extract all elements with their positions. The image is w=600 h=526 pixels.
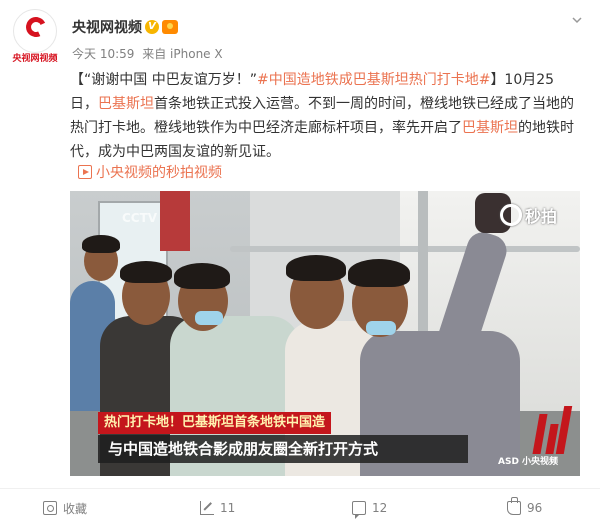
chevron-down-icon[interactable] bbox=[571, 14, 583, 26]
weibo-post-card: 央视网视频 央视网视频 V 今天 10:59 来自 iPhone X 【“谢谢中… bbox=[0, 0, 600, 526]
video-caption-top: 热门打卡地！巴基斯坦首条地铁中国造 bbox=[98, 412, 332, 434]
share-button[interactable]: 11 bbox=[200, 497, 235, 519]
video-scene-handrail bbox=[230, 246, 580, 252]
video-link-label: 小央视频的秒拍视频 bbox=[96, 165, 222, 181]
post-source: 来自 iPhone X bbox=[142, 47, 223, 61]
avatar[interactable]: 央视网视频 bbox=[9, 9, 61, 64]
face-mask bbox=[195, 311, 223, 325]
video-scene-frame bbox=[160, 191, 190, 251]
footer-divider bbox=[0, 488, 600, 489]
video-caption-main: 与中国造地铁合影成朋友圈全新打开方式 bbox=[98, 435, 468, 463]
topic-link-pakistan[interactable]: 巴基斯坦 bbox=[462, 120, 518, 136]
face-mask bbox=[366, 321, 396, 335]
person-hair bbox=[174, 263, 230, 289]
person-hair bbox=[348, 259, 410, 287]
author-name[interactable]: 央视网视频 bbox=[72, 17, 142, 37]
vip-badge-icon[interactable] bbox=[162, 20, 178, 34]
quote-text: “谢谢中国 中巴友谊万岁！” bbox=[84, 72, 257, 88]
comment-icon bbox=[352, 501, 366, 519]
like-count: 96 bbox=[527, 501, 543, 515]
person-hair bbox=[286, 255, 346, 281]
cctv-watermark: CCTV bbox=[122, 211, 158, 225]
person-hair bbox=[120, 261, 172, 283]
cctv-logo-icon bbox=[13, 9, 57, 53]
video-thumbnail[interactable]: CCTV 秒拍 热门打卡地！巴基斯坦首条地铁中国造 与中国造地铁合影成朋友圈全新… bbox=[70, 191, 580, 476]
favorite-button[interactable]: 收藏 bbox=[43, 497, 87, 519]
like-button[interactable]: 96 bbox=[507, 497, 542, 519]
verified-icon: V bbox=[145, 20, 159, 34]
share-count: 11 bbox=[220, 501, 236, 515]
post-time[interactable]: 今天 10:59 bbox=[72, 47, 134, 61]
post-meta: 今天 10:59 来自 iPhone X bbox=[72, 45, 227, 62]
miaopai-watermark: 秒拍 bbox=[500, 203, 557, 227]
video-play-icon bbox=[78, 165, 92, 179]
person-hair bbox=[82, 235, 120, 253]
favorite-icon bbox=[43, 501, 57, 515]
quote-bracket: 【 bbox=[70, 72, 84, 88]
miaopai-label: 秒拍 bbox=[525, 207, 558, 226]
hashtag-link[interactable]: #中国造地铁成巴基斯坦热门打卡地# bbox=[257, 72, 490, 88]
avatar-label: 央视网视频 bbox=[12, 54, 58, 64]
favorite-label: 收藏 bbox=[63, 501, 88, 516]
asd-logo-icon: ASD 小央视频 bbox=[498, 406, 574, 467]
video-source-link[interactable]: 小央视频的秒拍视频 bbox=[78, 162, 222, 182]
author-row: 央视网视频 V bbox=[72, 17, 178, 37]
topic-link-pakistan[interactable]: 巴基斯坦 bbox=[98, 96, 154, 112]
asd-logo-label: ASD 小央视频 bbox=[498, 457, 559, 467]
post-text: 【“谢谢中国 中巴友谊万岁！”#中国造地铁成巴基斯坦热门打卡地#】10月25日，… bbox=[70, 68, 582, 164]
miaopai-logo-icon bbox=[500, 204, 522, 226]
share-icon bbox=[200, 501, 214, 515]
comment-button[interactable]: 12 bbox=[352, 497, 387, 519]
comment-count: 12 bbox=[372, 501, 388, 515]
thumbs-up-icon bbox=[507, 497, 521, 515]
